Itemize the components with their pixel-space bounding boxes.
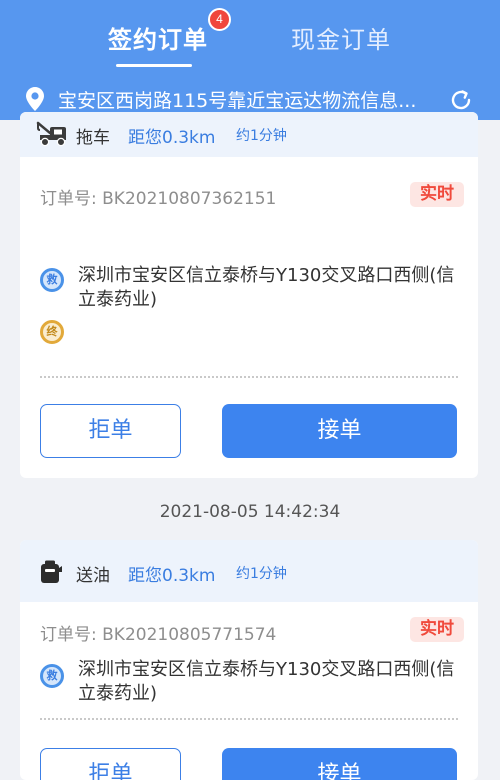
rescue-location-icon: 救 xyxy=(40,268,64,292)
reject-order-button[interactable]: 拒单 xyxy=(40,404,181,458)
divider xyxy=(40,376,458,378)
divider xyxy=(40,718,458,720)
order-timestamp: 2021-08-05 14:42:34 xyxy=(159,502,341,522)
top-tab-bar: 签约订单 4 现金订单 xyxy=(0,0,500,80)
service-type: 拖车 xyxy=(76,128,110,148)
oil-can-icon xyxy=(40,560,62,588)
distance-label: 距您0.3km xyxy=(128,566,216,586)
accept-order-button[interactable]: 接单 xyxy=(222,404,457,458)
location-pin-icon xyxy=(26,87,44,115)
destination-location-icon: 终 xyxy=(40,320,64,344)
accept-order-button[interactable]: 接单 xyxy=(222,748,457,780)
order-card: 送油 距您0.3km 约1分钟 订单号: BK20210805771574 实时… xyxy=(20,540,478,780)
reject-order-button[interactable]: 拒单 xyxy=(40,748,181,780)
current-location-address: 宝安区西岗路115号靠近宝运达物流信息... xyxy=(58,90,417,112)
tow-truck-icon xyxy=(36,121,70,151)
tab-signed-orders[interactable]: 签约订单 xyxy=(108,20,208,55)
order-number: 订单号: BK20210805771574 xyxy=(40,625,277,645)
order-card-header: 拖车 距您0.3km 约1分钟 xyxy=(20,112,478,157)
order-number: 订单号: BK20210807362151 xyxy=(40,189,277,209)
eta-label: 约1分钟 xyxy=(236,128,287,144)
rescue-address: 深圳市宝安区信立泰桥与Y130交叉路口西侧(信立泰药业) xyxy=(78,265,455,310)
eta-label: 约1分钟 xyxy=(236,566,287,582)
active-tab-indicator xyxy=(116,64,192,67)
tab-cash-orders[interactable]: 现金订单 xyxy=(291,20,391,55)
distance-label: 距您0.3km xyxy=(128,128,216,148)
realtime-badge: 实时 xyxy=(410,182,464,207)
rescue-address: 深圳市宝安区信立泰桥与Y130交叉路口西侧(信立泰药业) xyxy=(78,659,455,704)
order-card: 拖车 距您0.3km 约1分钟 订单号: BK20210807362151 实时… xyxy=(20,112,478,478)
service-type: 送油 xyxy=(76,566,110,586)
signed-orders-count-badge: 4 xyxy=(208,8,231,31)
realtime-badge: 实时 xyxy=(410,617,464,642)
order-card-header: 送油 距您0.3km 约1分钟 xyxy=(20,540,478,602)
rescue-location-icon: 救 xyxy=(40,664,64,688)
